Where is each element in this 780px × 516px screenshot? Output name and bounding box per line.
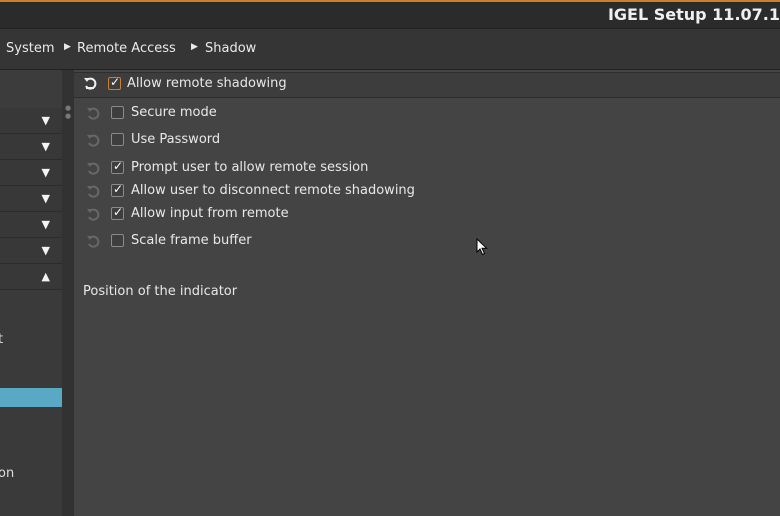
indicator-position-heading: Position of the indicator bbox=[83, 284, 238, 299]
sidebar-tree-item[interactable]: on bbox=[0, 466, 14, 481]
reset-icon bbox=[86, 185, 100, 199]
chevron-down-icon[interactable]: ▼ bbox=[42, 140, 50, 153]
sidebar-dropdown[interactable]: ▼ bbox=[0, 134, 62, 160]
secure-mode-checkbox[interactable] bbox=[111, 106, 124, 119]
allow-remote-shadowing-label: Allow remote shadowing bbox=[127, 76, 287, 91]
breadcrumb-item-shadow[interactable]: Shadow bbox=[205, 41, 256, 56]
sidebar-dropdown[interactable]: ▲ bbox=[0, 264, 62, 290]
secure-mode-label: Secure mode bbox=[131, 105, 217, 120]
prompt-user-checkbox[interactable]: ✓ bbox=[111, 159, 124, 174]
check-icon: ✓ bbox=[113, 182, 124, 196]
reset-icon bbox=[86, 208, 100, 222]
reset-icon bbox=[86, 162, 100, 176]
breadcrumb-separator-icon: ▶ bbox=[64, 42, 71, 52]
prompt-user-label: Prompt user to allow remote session bbox=[131, 160, 369, 175]
sidebar-dropdown[interactable]: ▼ bbox=[0, 238, 62, 264]
sidebar-dropdown[interactable]: ▼ bbox=[0, 160, 62, 186]
chevron-down-icon[interactable]: ▼ bbox=[42, 114, 50, 127]
breadcrumb-item-system[interactable]: System bbox=[6, 41, 54, 56]
breadcrumb: System ▶ Remote Access ▶ Shadow bbox=[0, 28, 780, 70]
sidebar-dropdown[interactable]: ▼ bbox=[0, 108, 62, 134]
allow-remote-shadowing-checkbox[interactable]: ✓ bbox=[108, 75, 121, 90]
allow-disconnect-checkbox[interactable]: ✓ bbox=[111, 182, 124, 197]
allow-input-label: Allow input from remote bbox=[131, 206, 289, 221]
chevron-down-icon[interactable]: ▼ bbox=[42, 166, 50, 179]
check-icon: ✓ bbox=[113, 205, 124, 219]
mouse-cursor-icon bbox=[476, 237, 488, 260]
window-title: IGEL Setup 11.07.1 bbox=[607, 5, 780, 24]
splitter-handle-icon[interactable]: ● ● bbox=[65, 104, 71, 120]
sidebar-dropdown[interactable]: ▼ bbox=[0, 186, 62, 212]
breadcrumb-separator-icon: ▶ bbox=[191, 42, 198, 52]
chevron-down-icon[interactable]: ▼ bbox=[42, 244, 50, 257]
sidebar-tree-item[interactable]: t bbox=[0, 332, 3, 347]
settings-panel: ✓ Allow remote shadowing Secure mode Use… bbox=[74, 70, 780, 516]
check-icon: ✓ bbox=[113, 159, 124, 173]
sidebar-header bbox=[0, 70, 62, 108]
chevron-down-icon[interactable]: ▼ bbox=[42, 192, 50, 205]
use-password-label: Use Password bbox=[131, 132, 221, 147]
allow-input-checkbox[interactable]: ✓ bbox=[111, 205, 124, 220]
sidebar-tree-item-selected[interactable] bbox=[0, 388, 62, 407]
chevron-up-icon[interactable]: ▲ bbox=[42, 270, 50, 283]
reset-icon bbox=[86, 235, 100, 249]
chevron-down-icon[interactable]: ▼ bbox=[42, 218, 50, 231]
reset-icon[interactable] bbox=[83, 77, 97, 91]
reset-icon bbox=[86, 107, 100, 121]
sidebar: ▼ ▼ ▼ ▼ ▼ ▼ ▲ t on bbox=[0, 70, 63, 516]
scale-frame-buffer-checkbox[interactable] bbox=[111, 234, 124, 247]
breadcrumb-item-remote-access[interactable]: Remote Access bbox=[77, 41, 176, 56]
panel-splitter[interactable]: ● ● bbox=[62, 70, 74, 516]
title-bar: IGEL Setup 11.07.1 bbox=[0, 0, 780, 28]
sidebar-dropdown[interactable]: ▼ bbox=[0, 212, 62, 238]
allow-disconnect-label: Allow user to disconnect remote shadowin… bbox=[131, 183, 415, 198]
use-password-checkbox[interactable] bbox=[111, 133, 124, 146]
check-icon: ✓ bbox=[110, 75, 121, 89]
scale-frame-buffer-label: Scale frame buffer bbox=[131, 233, 252, 248]
reset-icon bbox=[86, 134, 100, 148]
